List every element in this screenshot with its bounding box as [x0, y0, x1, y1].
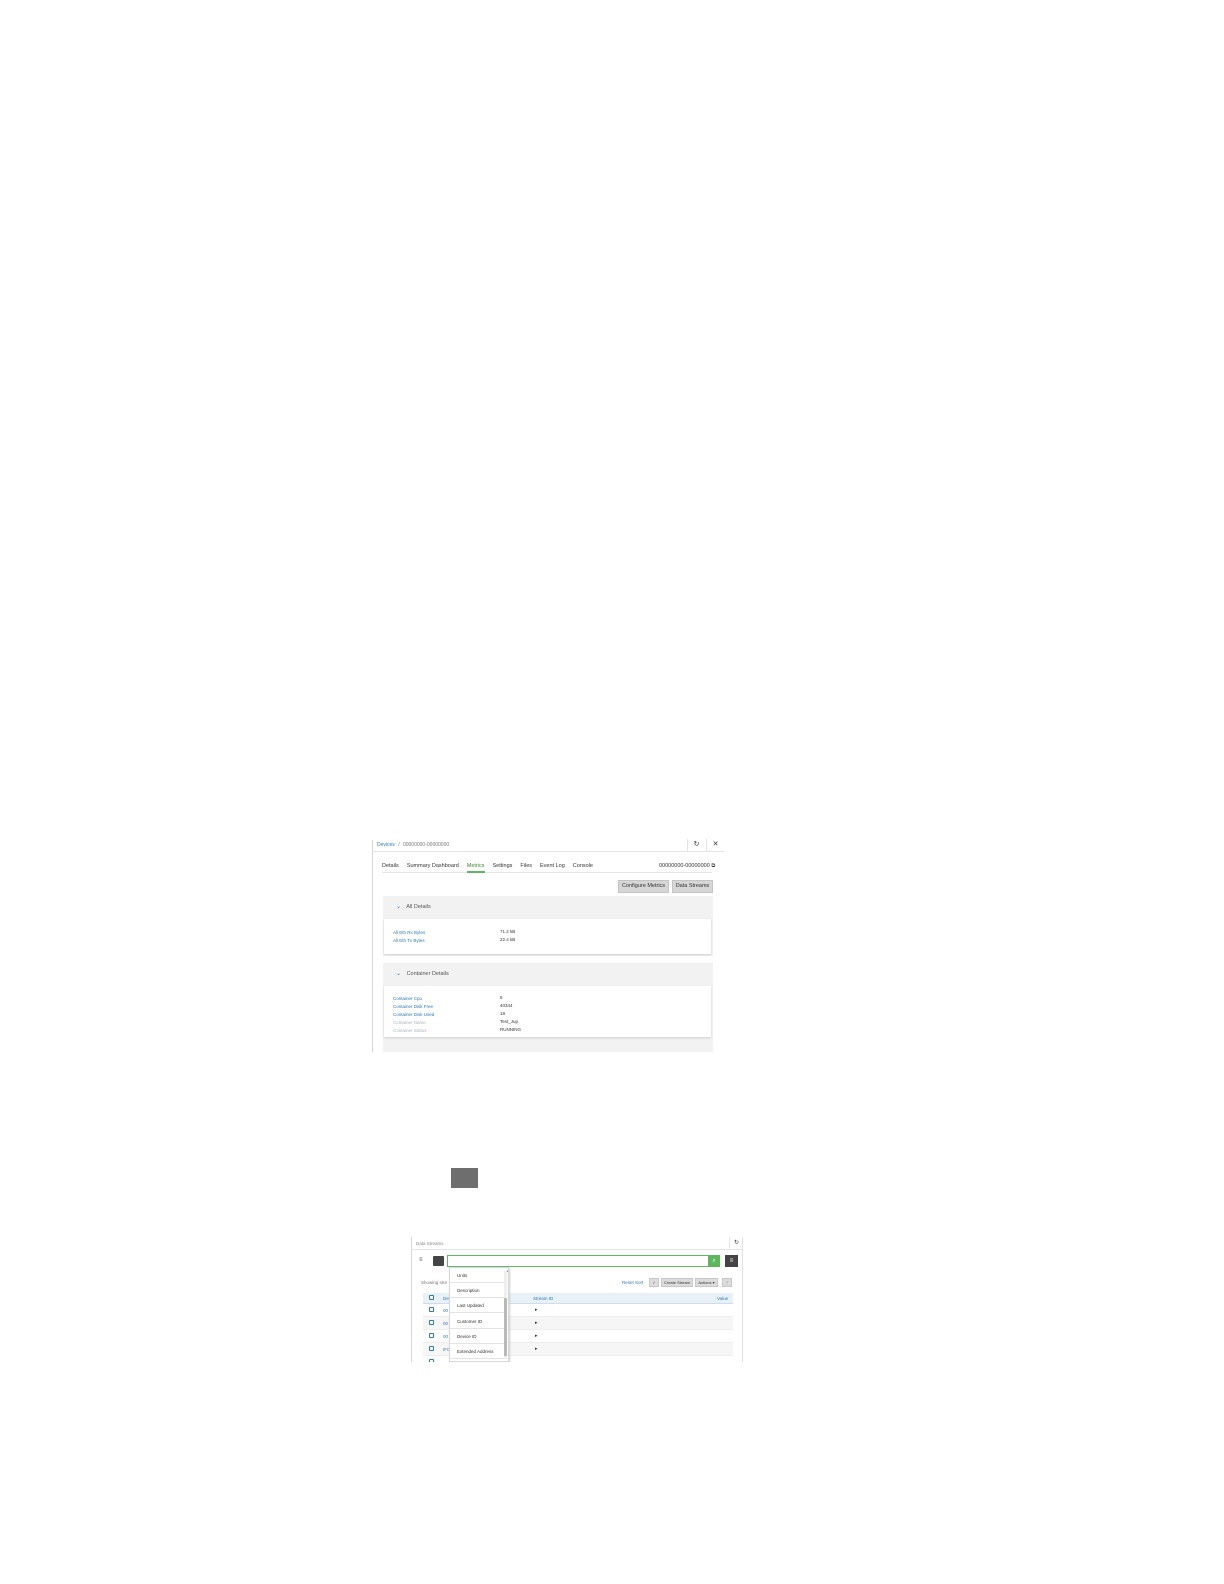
showing-count-text: Showing stre	[421, 1280, 448, 1285]
section-body: Container Cpu 6 Container Disk Free 4034…	[384, 986, 711, 1037]
data-streams-header: Data Streams ↻	[411, 1237, 743, 1250]
row-checkbox[interactable]	[429, 1359, 434, 1362]
device-tabs: Details Summary Dashboard Metrics Settings F…	[382, 863, 601, 869]
metric-value: 6	[500, 995, 503, 1000]
refresh-button[interactable]: ↻	[729, 1237, 743, 1250]
row-checkbox[interactable]	[429, 1346, 434, 1351]
grid-toggle-icon	[451, 1168, 478, 1188]
menu-item-device-id[interactable]: Device ID	[450, 1329, 505, 1344]
metric-value: Test_Jup	[500, 1019, 519, 1024]
row-checkbox[interactable]	[429, 1320, 434, 1325]
menu-item-description[interactable]: Description	[450, 1283, 505, 1298]
expand-arrow-icon[interactable]: ▸	[535, 1333, 538, 1339]
chevron-down-icon: ⌄	[396, 904, 402, 910]
tab-metrics[interactable]: Metrics	[467, 863, 485, 869]
copy-icon[interactable]: ⧉	[711, 863, 715, 869]
metric-value: 22.4 kB	[500, 937, 516, 942]
device-id-label: 00000000-00000000 ⧉	[659, 863, 715, 870]
breadcrumb-current: 00000000-00000000	[402, 842, 450, 848]
all-details-section: ⌄ All Details All Eth Rx Bytes 71.2 kB A…	[383, 896, 713, 956]
search-button[interactable]: ⌕	[708, 1255, 720, 1267]
row-device-id[interactable]: 00	[443, 1334, 448, 1339]
menu-item-last-updated[interactable]: Last Updated	[450, 1298, 505, 1313]
metric-key[interactable]: Container Status	[393, 1028, 427, 1033]
select-all-checkbox[interactable]	[429, 1295, 434, 1300]
menu-item-units[interactable]: Units	[450, 1268, 505, 1283]
tab-details[interactable]: Details	[382, 863, 399, 869]
check-button[interactable]: ✓	[649, 1278, 659, 1287]
filter-button[interactable]: ≡	[725, 1255, 738, 1267]
column-header-stream-id[interactable]: Stream ID	[533, 1296, 553, 1301]
metric-key[interactable]: Container Disk Free	[393, 1004, 433, 1009]
menu-item-extended-address[interactable]: Extended Address	[450, 1344, 505, 1359]
section-header[interactable]: ⌄ Container Details	[383, 963, 713, 986]
refresh-button[interactable]: ↻	[687, 839, 705, 851]
column-chooser-menu: ▴ Units Description Last Updated Custome…	[449, 1267, 509, 1362]
panel-left-border	[411, 1237, 412, 1362]
tabs-divider	[382, 872, 712, 873]
close-button[interactable]: ✕	[706, 839, 724, 851]
row-device-id[interactable]: 00	[443, 1308, 448, 1313]
filter-icon: ≡	[729, 1258, 734, 1264]
row-checkbox[interactable]	[429, 1307, 434, 1312]
more-options-button[interactable]: ⋮	[722, 1278, 732, 1287]
search-icon: ⌕	[712, 1258, 716, 1264]
data-streams-screenshot: Data Streams ↻ ≡ ⌕ ≡ Showing stre Reset …	[411, 1237, 743, 1362]
expand-arrow-icon[interactable]: ▸	[535, 1307, 538, 1313]
actions-dropdown[interactable]: Actions ▾	[695, 1278, 718, 1287]
breadcrumb: Devices / 00000000-00000000	[377, 842, 449, 848]
list-view-icon[interactable]: ≡	[419, 1257, 423, 1263]
section-title: All Details	[406, 904, 431, 910]
panel-title: Data Streams	[416, 1241, 444, 1246]
metric-key[interactable]: All Eth Rx Bytes	[393, 930, 425, 935]
metric-key[interactable]: Container Cpu	[393, 996, 422, 1001]
configure-metrics-button[interactable]: Configure Metrics	[618, 880, 669, 893]
panel-right-border	[742, 1237, 743, 1362]
row-checkbox[interactable]	[429, 1333, 434, 1338]
chevron-down-icon: ⌄	[396, 971, 402, 977]
metric-value: 40344	[500, 1003, 513, 1008]
column-header-value[interactable]: Value	[717, 1296, 728, 1301]
close-icon: ✕	[712, 841, 719, 848]
row-device-id[interactable]: 00	[443, 1321, 448, 1326]
menu-scrollbar-thumb[interactable]	[504, 1298, 507, 1356]
breadcrumb-separator: /	[398, 842, 400, 848]
menu-item-customer-id[interactable]: Customer ID	[450, 1314, 505, 1329]
section-header[interactable]: ⌄ All Details	[383, 896, 713, 919]
metric-value: 71.2 kB	[500, 929, 516, 934]
refresh-icon: ↻	[693, 841, 700, 848]
device-header-bar: Devices / 00000000-00000000 ↻ ✕	[372, 838, 724, 852]
refresh-icon: ↻	[733, 1240, 740, 1246]
tab-settings[interactable]: Settings	[493, 863, 513, 869]
breadcrumb-devices-link[interactable]: Devices	[377, 842, 395, 848]
metric-key[interactable]: Container Disk Used	[393, 1012, 434, 1017]
search-input[interactable]	[447, 1255, 710, 1267]
expand-arrow-icon[interactable]: ▸	[535, 1346, 538, 1352]
data-streams-button[interactable]: Data Streams	[672, 880, 713, 893]
section-body: All Eth Rx Bytes 71.2 kB All Eth Tx Byte…	[384, 919, 711, 954]
device-metrics-screenshot: Devices / 00000000-00000000 ↻ ✕ Details S…	[372, 838, 724, 1052]
grid-view-icon[interactable]	[433, 1256, 444, 1266]
expand-arrow-icon[interactable]: ▸	[535, 1320, 538, 1326]
section-title: Container Details	[406, 971, 449, 977]
reset-sort-link[interactable]: Reset Sort	[622, 1280, 643, 1285]
tab-summary-dashboard[interactable]: Summary Dashboard	[407, 863, 459, 869]
tab-active-indicator	[467, 871, 485, 873]
tab-files[interactable]: Files	[520, 863, 532, 869]
container-details-section: ⌄ Container Details Container Cpu 6 Cont…	[383, 963, 713, 1052]
tab-event-log[interactable]: Event Log	[540, 863, 565, 869]
panel-left-border	[372, 840, 373, 1052]
metric-value: 18	[500, 1011, 506, 1016]
tab-console[interactable]: Console	[573, 863, 593, 869]
metric-value: RUNNING	[500, 1027, 521, 1032]
metric-key[interactable]: All Eth Tx Bytes	[393, 938, 425, 943]
metric-key[interactable]: Container Name	[393, 1020, 426, 1025]
device-id-text: 00000000-00000000	[659, 863, 710, 869]
create-stream-button[interactable]: Create Stream	[661, 1278, 693, 1287]
